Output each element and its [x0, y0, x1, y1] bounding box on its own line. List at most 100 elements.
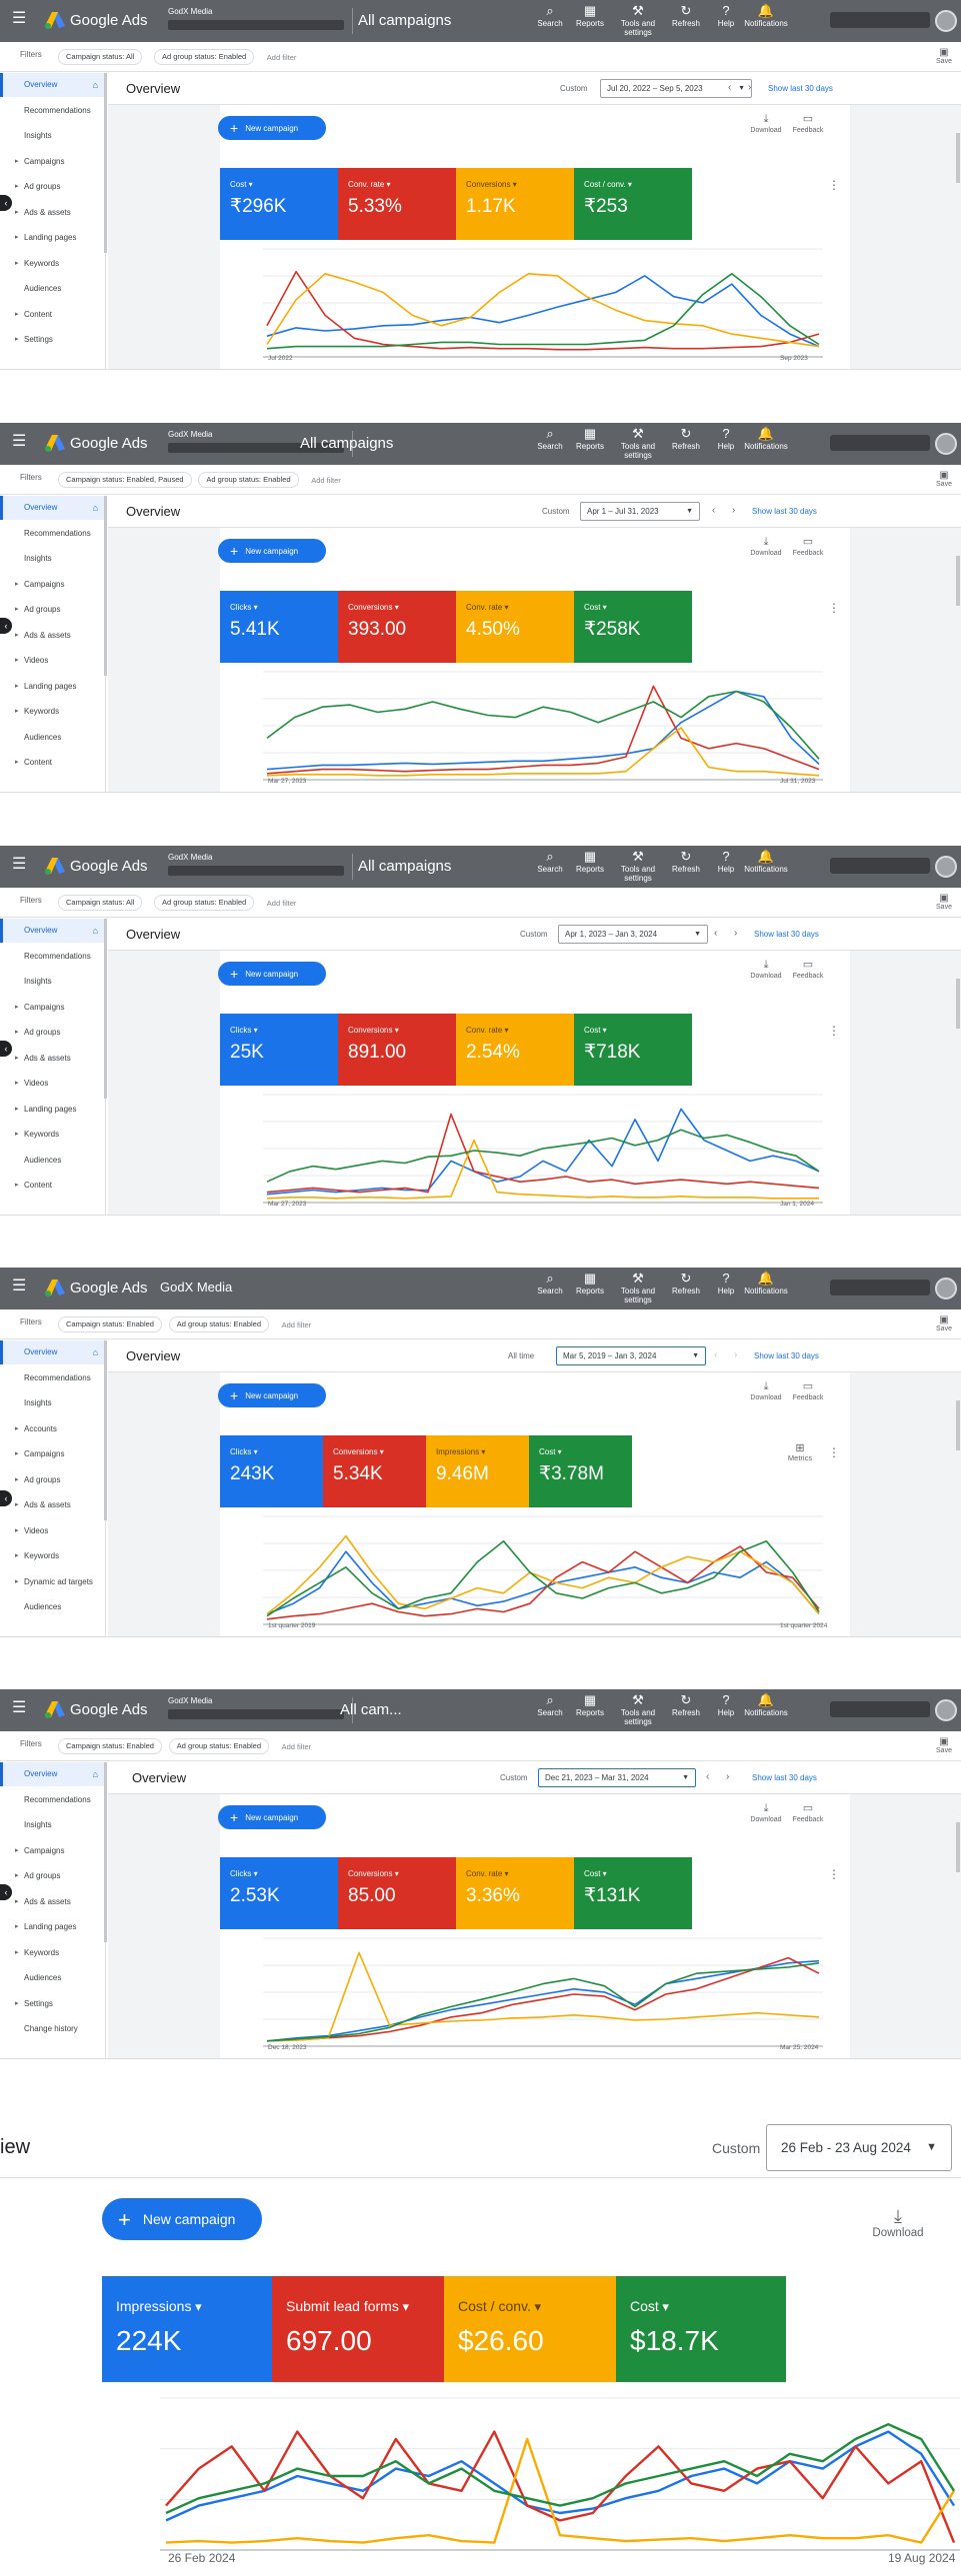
sidebar-item-ad-groups[interactable]: Ad groups [0, 1021, 106, 1045]
sidebar-item-ads-and-assets[interactable]: Ads & assets [0, 1890, 106, 1914]
notifications-button[interactable]: 🔔 Notifications [744, 850, 788, 875]
notifications-button[interactable]: 🔔 Notifications [744, 4, 788, 29]
sidebar-item-insights[interactable]: Insights [0, 1391, 106, 1415]
metrics-button[interactable]: ⊞ Metrics [780, 1443, 820, 1463]
new-campaign-button[interactable]: + New campaign [102, 2198, 262, 2240]
filter-chip[interactable]: Campaign status: All [58, 49, 143, 65]
sidebar-item-settings[interactable]: Settings [0, 1992, 106, 2016]
sidebar-item-campaigns[interactable]: Campaigns [0, 150, 106, 174]
sidebar-item-content[interactable]: Content [0, 751, 106, 775]
sidebar-item-landing-pages[interactable]: Landing pages [0, 1915, 106, 1939]
sidebar-item-audiences[interactable]: Audiences [0, 1595, 106, 1619]
metric-tile-cost-conv[interactable]: Cost / conv. ₹253 [574, 168, 692, 240]
filter-chip[interactable]: Ad group status: Enabled [154, 49, 255, 65]
help-button[interactable]: ? Help [704, 4, 748, 29]
sidebar-item-accounts[interactable]: Accounts [0, 1417, 106, 1441]
sidebar-item-insights[interactable]: Insights [0, 1813, 106, 1837]
sidebar-item-landing-pages[interactable]: Landing pages [0, 226, 106, 250]
date-range-select[interactable]: Dec 21, 2023 – Mar 31, 2024 ▼ [538, 1768, 696, 1787]
account-name[interactable]: GodX Media [168, 7, 212, 17]
avatar[interactable] [935, 1278, 957, 1299]
filter-chip[interactable]: Campaign status: Enabled, Paused [58, 472, 192, 488]
tools-and-settings-button[interactable]: ⚒ Tools and settings [616, 1272, 660, 1305]
show-last-30-days-link[interactable]: Show last 30 days [754, 930, 819, 939]
download-button[interactable]: ⤓ Download [746, 536, 786, 558]
notifications-button[interactable]: 🔔 Notifications [744, 1693, 788, 1718]
next-period-icon[interactable]: › [726, 1771, 729, 1782]
search-button[interactable]: ⌕ Search [528, 427, 572, 452]
filter-chip[interactable]: Ad group status: Enabled [154, 895, 255, 911]
sidebar-item-overview[interactable]: Overview ⌂ [0, 1762, 106, 1786]
sidebar-item-videos[interactable]: Videos [0, 649, 106, 673]
sidebar-item-overview[interactable]: Overview ⌂ [0, 496, 106, 520]
date-range-select[interactable]: Apr 1, 2023 – Jan 3, 2024 ▼ [558, 925, 708, 944]
help-button[interactable]: ? Help [704, 1693, 748, 1718]
sidebar-item-audiences[interactable]: Audiences [0, 277, 106, 301]
feedback-button[interactable]: ▭ Feedback [788, 113, 828, 135]
previous-period-icon[interactable]: ‹ [714, 928, 717, 939]
more-options-icon[interactable]: ⋮ [828, 1024, 840, 1038]
next-period-icon[interactable]: › [734, 928, 737, 939]
sidebar-item-keywords[interactable]: Keywords [0, 1941, 106, 1965]
sidebar-scrollbar[interactable] [104, 1340, 107, 1520]
new-campaign-button[interactable]: + New campaign [218, 1805, 326, 1829]
previous-period-icon[interactable]: ‹ [714, 1349, 717, 1360]
sidebar-item-keywords[interactable]: Keywords [0, 1544, 106, 1568]
refresh-button[interactable]: ↻ Refresh [664, 850, 708, 875]
menu-icon[interactable]: ☰ [12, 1279, 26, 1294]
sidebar-item-audiences[interactable]: Audiences [0, 726, 106, 750]
search-button[interactable]: ⌕ Search [528, 1693, 572, 1718]
metric-tile-conversions[interactable]: Conversions 1.17K [456, 168, 574, 240]
tools-and-settings-button[interactable]: ⚒ Tools and settings [616, 4, 660, 38]
metric-tile-cost-per-conv[interactable]: Cost / conv. $26.60 [444, 2276, 616, 2382]
sidebar-item-ads-and-assets[interactable]: Ads & assets [0, 201, 106, 225]
metric-tile-conversions[interactable]: Conversions 393.00 [338, 591, 456, 663]
help-button[interactable]: ? Help [704, 850, 748, 875]
sidebar-item-insights[interactable]: Insights [0, 970, 106, 994]
tools-and-settings-button[interactable]: ⚒ Tools and settings [616, 850, 660, 884]
sidebar-item-campaigns[interactable]: Campaigns [0, 1839, 106, 1863]
metric-tile-conv-rate[interactable]: Conv. rate 5.33% [338, 168, 456, 240]
save-button[interactable]: ▣ Save [934, 1314, 954, 1332]
more-options-icon[interactable]: ⋮ [828, 1445, 840, 1459]
notifications-button[interactable]: 🔔 Notifications [744, 1272, 788, 1296]
metric-tile-conv-rate[interactable]: Conv. rate 4.50% [456, 591, 574, 663]
feedback-button[interactable]: ▭ Feedback [788, 1802, 828, 1824]
filter-chip[interactable]: Ad group status: Enabled [168, 1738, 270, 1754]
new-campaign-button[interactable]: + New campaign [218, 962, 326, 986]
sidebar-scrollbar[interactable] [104, 496, 107, 676]
menu-icon[interactable]: ☰ [12, 434, 26, 450]
sidebar-item-campaigns[interactable]: Campaigns [0, 996, 106, 1020]
metric-tile-clicks[interactable]: Clicks 243K [220, 1435, 323, 1507]
metric-tile-cost[interactable]: Cost ₹131K [574, 1857, 692, 1929]
avatar[interactable] [935, 1699, 957, 1721]
sidebar-item-ad-groups[interactable]: Ad groups [0, 598, 106, 622]
sidebar-item-videos[interactable]: Videos [0, 1519, 106, 1543]
more-options-icon[interactable]: ⋮ [828, 178, 840, 192]
sidebar-item-recommendations[interactable]: Recommendations [0, 1788, 106, 1812]
search-button[interactable]: ⌕ Search [528, 4, 572, 29]
reports-button[interactable]: ▦ Reports [568, 1693, 612, 1718]
feedback-button[interactable]: ▭ Feedback [788, 1380, 828, 1402]
sidebar-item-campaigns[interactable]: Campaigns [0, 1442, 106, 1466]
filter-chip[interactable]: Campaign status: Enabled [58, 1316, 162, 1332]
sidebar-item-overview[interactable]: Overview ⌂ [0, 1340, 106, 1364]
refresh-button[interactable]: ↻ Refresh [664, 4, 708, 29]
main-scrollbar[interactable] [956, 979, 960, 1029]
metric-tile-clicks[interactable]: Clicks 2.53K [220, 1857, 338, 1929]
metric-tile-conversions[interactable]: Conversions 85.00 [338, 1857, 456, 1929]
refresh-button[interactable]: ↻ Refresh [664, 1272, 708, 1296]
sidebar-item-landing-pages[interactable]: Landing pages [0, 675, 106, 699]
date-range-select[interactable]: Mar 5, 2019 – Jan 3, 2024 ▼ [556, 1346, 706, 1365]
metric-tile-conversions[interactable]: Conversions 891.00 [338, 1014, 456, 1086]
metric-tile-clicks[interactable]: Clicks 5.41K [220, 591, 338, 663]
sidebar-item-recommendations[interactable]: Recommendations [0, 99, 106, 123]
sidebar-item-dynamic-ad-targets[interactable]: Dynamic ad targets [0, 1570, 106, 1594]
previous-period-icon[interactable]: ‹ [712, 505, 715, 516]
new-campaign-button[interactable]: + New campaign [218, 1383, 326, 1407]
metric-tile-conv-rate[interactable]: Conv. rate 2.54% [456, 1014, 574, 1086]
more-options-icon[interactable]: ⋮ [828, 1867, 840, 1881]
save-button[interactable]: ▣ Save [934, 1736, 954, 1754]
date-range-select[interactable]: 26 Feb - 23 Aug 2024 ▼ [766, 2124, 952, 2171]
show-last-30-days-link[interactable]: Show last 30 days [754, 1351, 819, 1360]
